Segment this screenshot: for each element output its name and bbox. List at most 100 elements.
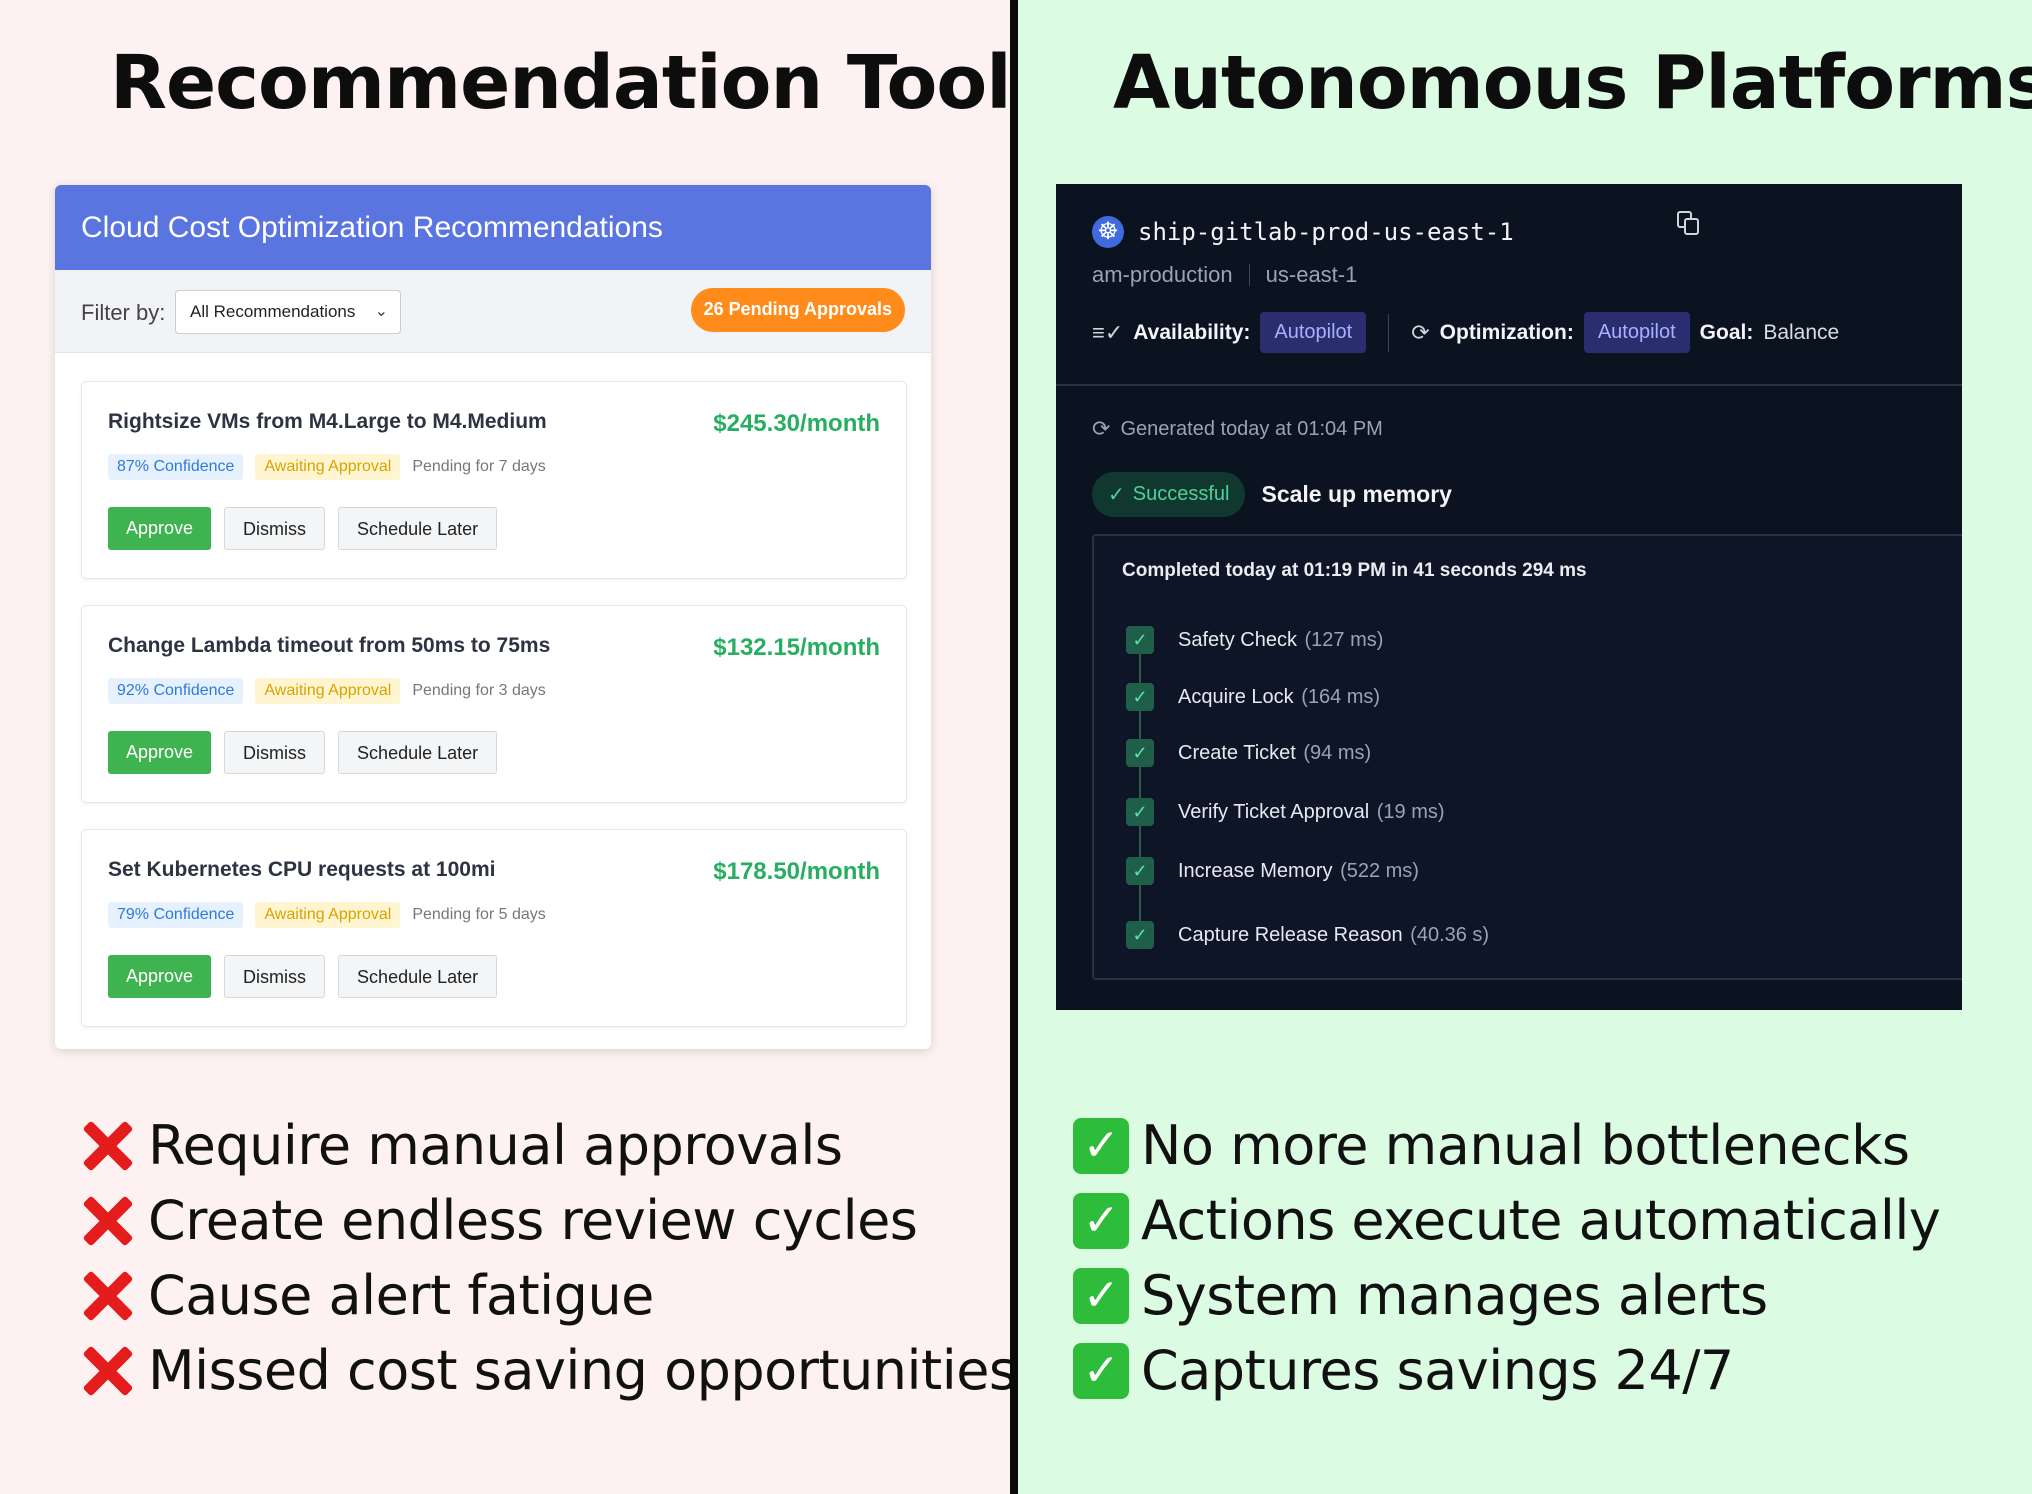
pending-duration: Pending for 3 days <box>412 682 546 699</box>
check-icon: ✓ <box>1108 484 1125 506</box>
goal-label: Goal: <box>1699 320 1754 344</box>
center-divider <box>1010 0 1018 1494</box>
recommendation-list: Rightsize VMs from M4.Large to M4.Medium… <box>55 353 931 1049</box>
availability-icon: ≡✓ <box>1092 319 1124 345</box>
checkbox-checked-icon: ✓ <box>1126 626 1154 654</box>
optimization-autopilot-pill[interactable]: Autopilot <box>1583 312 1690 353</box>
recommendation-tags: 92% Confidence Awaiting Approval Pending… <box>108 678 546 704</box>
autonomous-platforms-section: Autonomous Platforms ☸ ship-gitlab-prod-… <box>1018 0 2032 1494</box>
cluster-name: ship-gitlab-prod-us-east-1 <box>1138 218 1514 246</box>
recommendation-title: Change Lambda timeout from 50ms to 75ms <box>108 634 551 657</box>
schedule-later-button[interactable]: Schedule Later <box>338 955 498 998</box>
list-item: ✓ No more manual bottlenecks <box>1073 1108 1940 1183</box>
list-item-text: Cause alert fatigue <box>148 1264 654 1327</box>
filter-label: Filter by: <box>81 300 166 325</box>
recommendation-card: Set Kubernetes CPU requests at 100mi $17… <box>81 829 907 1027</box>
panel-title: Cloud Cost Optimization Recommendations <box>55 185 931 270</box>
checkbox-checked-icon: ✓ <box>1126 683 1154 711</box>
list-item-text: Captures savings 24/7 <box>1141 1339 1734 1402</box>
status-badge: Awaiting Approval <box>255 678 401 704</box>
checkbox-checked-icon: ✓ <box>1126 739 1154 767</box>
confidence-badge: 92% Confidence <box>108 678 244 704</box>
recommendation-title: Rightsize VMs from M4.Large to M4.Medium <box>108 410 547 433</box>
recommendation-actions: Approve Dismiss Schedule Later <box>108 731 498 774</box>
recommendation-tools-section: Recommendation Tools Cloud Cost Optimiza… <box>0 0 1055 1494</box>
recommendation-card: Rightsize VMs from M4.Large to M4.Medium… <box>81 381 907 579</box>
autonomous-panel: ☸ ship-gitlab-prod-us-east-1 am-producti… <box>1056 184 1962 1010</box>
filter-select[interactable]: All Recommendations ⌄ <box>175 290 401 334</box>
savings-amount: $178.50/month <box>713 858 880 885</box>
schedule-later-button[interactable]: Schedule Later <box>338 731 498 774</box>
copy-icon[interactable] <box>1676 210 1702 236</box>
cross-mark-icon <box>80 1268 136 1324</box>
benefits-list: ✓ No more manual bottlenecks ✓ Actions exe… <box>1073 1108 1941 1408</box>
step-duration: (522 ms) <box>1340 859 1419 882</box>
divider <box>1056 384 1962 386</box>
step-name: Acquire Lock <box>1178 685 1294 708</box>
recommendation-actions: Approve Dismiss Schedule Later <box>108 507 498 550</box>
savings-amount: $132.15/month <box>713 634 880 661</box>
goal-value: Balance <box>1763 320 1840 344</box>
step-duration: (19 ms) <box>1376 800 1445 823</box>
dismiss-button[interactable]: Dismiss <box>224 507 326 550</box>
recommendation-card: Change Lambda timeout from 50ms to 75ms … <box>81 605 907 803</box>
step-item: ✓ Capture Release Reason (40.36 s) <box>1126 921 1489 949</box>
list-item: Require manual approvals <box>80 1108 1017 1183</box>
checkbox-checked-icon: ✓ <box>1126 921 1154 949</box>
step-duration: (127 ms) <box>1304 628 1384 651</box>
section-heading: Autonomous Platforms <box>1113 40 2032 126</box>
list-item: ✓ Actions execute automatically <box>1073 1183 1941 1258</box>
steps-box: Completed today at 01:19 PM in 41 second… <box>1092 534 1962 980</box>
list-item-text: Require manual approvals <box>148 1114 843 1177</box>
pending-duration: Pending for 7 days <box>412 458 546 475</box>
list-item-text: Create endless review cycles <box>148 1189 918 1252</box>
recommendation-actions: Approve Dismiss Schedule Later <box>108 955 498 998</box>
filter-select-value: All Recommendations <box>190 302 356 321</box>
availability-autopilot-pill[interactable]: Autopilot <box>1260 312 1367 353</box>
approve-button[interactable]: Approve <box>108 507 212 550</box>
mode-row: ≡✓ Availability: Autopilot ⟳ Optimizatio… <box>1092 312 1839 353</box>
recommendation-tags: 87% Confidence Awaiting Approval Pending… <box>108 454 546 480</box>
optimization-icon: ⟳ <box>1411 319 1430 345</box>
list-item: ✓ System manages alerts <box>1073 1258 1940 1333</box>
list-item-text: Missed cost saving opportunities <box>148 1339 1017 1402</box>
drawbacks-list: Require manual approvals Create endless … <box>80 1108 1017 1408</box>
confidence-badge: 79% Confidence <box>108 902 244 928</box>
region-name: us-east-1 <box>1265 262 1358 287</box>
step-item: ✓ Acquire Lock (164 ms) <box>1126 683 1380 711</box>
approve-button[interactable]: Approve <box>108 955 212 998</box>
dismiss-button[interactable]: Dismiss <box>224 955 326 998</box>
cross-mark-icon <box>80 1343 136 1399</box>
filter-bar: Filter by: All Recommendations ⌄ 26 Pend… <box>55 270 931 353</box>
status-text: Successful <box>1132 483 1230 505</box>
step-item: ✓ Create Ticket (94 ms) <box>1126 739 1371 767</box>
list-item: Create endless review cycles <box>80 1183 1017 1258</box>
pending-duration: Pending for 5 days <box>412 906 546 923</box>
step-duration: (40.36 s) <box>1410 923 1490 946</box>
checkbox-checked-icon: ✓ <box>1126 798 1154 826</box>
environment-row: am-production us-east-1 <box>1092 262 1357 288</box>
savings-amount: $245.30/month <box>713 410 880 437</box>
availability-label: Availability: <box>1133 320 1251 344</box>
confidence-badge: 87% Confidence <box>108 454 244 480</box>
step-item: ✓ Verify Ticket Approval (19 ms) <box>1126 798 1445 826</box>
step-duration: (164 ms) <box>1301 685 1381 708</box>
step-item: ✓ Increase Memory (522 ms) <box>1126 857 1419 885</box>
generated-row: ⟳ Generated today at 01:04 PM <box>1092 416 1383 442</box>
status-badge: Awaiting Approval <box>255 454 401 480</box>
recommendation-title: Set Kubernetes CPU requests at 100mi <box>108 858 496 881</box>
completion-summary: Completed today at 01:19 PM in 41 second… <box>1122 560 1587 581</box>
approve-button[interactable]: Approve <box>108 731 212 774</box>
dismiss-button[interactable]: Dismiss <box>224 731 326 774</box>
step-item: ✓ Safety Check (127 ms) <box>1126 626 1383 654</box>
check-mark-button-icon: ✓ <box>1073 1267 1129 1324</box>
cluster-header: ☸ ship-gitlab-prod-us-east-1 <box>1092 216 1514 248</box>
schedule-later-button[interactable]: Schedule Later <box>338 507 498 550</box>
check-mark-button-icon: ✓ <box>1073 1192 1129 1249</box>
divider <box>1388 313 1390 352</box>
status-badge: ✓ Successful <box>1092 472 1246 517</box>
generated-time: Generated today at 01:04 PM <box>1120 417 1383 440</box>
refresh-icon: ⟳ <box>1092 416 1111 441</box>
step-name: Create Ticket <box>1178 741 1296 764</box>
list-item: Missed cost saving opportunities <box>80 1333 1017 1408</box>
